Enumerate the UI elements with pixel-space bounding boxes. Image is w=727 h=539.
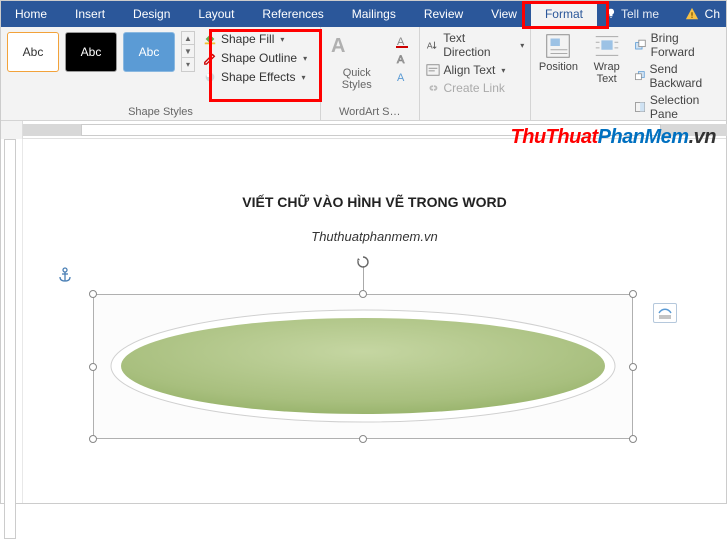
bring-forward-button[interactable]: Bring Forward [634,31,720,59]
document-subtitle[interactable]: Thuthuatphanmem.vn [23,229,726,244]
tab-references[interactable]: References [248,1,337,27]
resize-handle-ml[interactable] [89,363,97,371]
warning-icon [685,7,699,21]
lightbulb-icon [605,8,617,20]
wordart-a-icon: A [329,33,355,57]
resize-handle-mr[interactable] [629,363,637,371]
document-title[interactable]: VIẾT CHỮ VÀO HÌNH VẼ TRONG WORD [23,194,726,210]
text-direction-button[interactable]: A Text Direction▾ [426,31,525,59]
shape-style-gallery[interactable]: Abc Abc Abc ▲ ▼ ▾ [7,31,195,72]
resize-handle-bl[interactable] [89,435,97,443]
document-page[interactable]: VIẾT CHỮ VÀO HÌNH VẼ TRONG WORD Thuthuat… [23,139,726,503]
ribbon: Abc Abc Abc ▲ ▼ ▾ Shape Fill▾ Shape Outl… [1,27,726,121]
group-wordart: A Quick Styles A A A WordArt S… [321,27,420,120]
bucket-icon [203,32,217,46]
text-direction-icon: A [426,38,440,52]
svg-text:A: A [397,72,405,84]
align-text-button[interactable]: Align Text▾ [426,63,525,77]
text-outline-icon: A [395,52,411,66]
vertical-ruler[interactable] [1,139,23,503]
link-icon [426,81,440,95]
resize-handle-tr[interactable] [629,290,637,298]
tell-me-label: Tell me [621,7,659,21]
svg-text:A: A [397,54,405,66]
create-link-button: Create Link [426,81,525,95]
position-icon [543,31,573,61]
shape-options: Shape Fill▾ Shape Outline▾ Shape Effects… [201,31,309,85]
shape-style-thumb-2[interactable]: Abc [65,32,117,72]
tab-format[interactable]: Format [531,1,597,27]
gallery-scroll-down[interactable]: ▼ [182,45,194,58]
wordart-mini: A A A [393,31,413,85]
title-right: Ch [685,1,720,27]
text-outline-button[interactable]: A [393,51,413,67]
svg-text:A: A [331,35,345,57]
gallery-scroll-up[interactable]: ▲ [182,32,194,45]
group-label-shape-styles: Shape Styles [7,104,314,118]
tab-design[interactable]: Design [119,1,184,27]
tab-home[interactable]: Home [1,1,61,27]
gallery-scroll: ▲ ▼ ▾ [181,31,195,72]
ellipse-shape[interactable] [107,306,619,426]
text-fill-button[interactable]: A [393,33,413,49]
shape-style-thumb-1[interactable]: Abc [7,32,59,72]
resize-handle-br[interactable] [629,435,637,443]
ruler-corner [1,121,23,139]
wrap-text-icon [592,31,622,61]
watermark: ThuThuatPhanMem.vn [511,126,716,149]
text-fill-icon: A [395,34,411,48]
effects-icon [203,70,217,84]
resize-handle-tl[interactable] [89,290,97,298]
shape-style-thumb-3[interactable]: Abc [123,32,175,72]
tab-insert[interactable]: Insert [61,1,119,27]
wrap-text-button[interactable]: Wrap Text [586,31,628,85]
selection-pane-icon [634,100,646,114]
position-button[interactable]: Position [537,31,579,73]
send-backward-button[interactable]: Send Backward [634,62,720,90]
align-text-icon [426,63,440,77]
group-arrange: Position Wrap Text Bring Forward Send Ba… [531,27,726,120]
tab-view[interactable]: View [477,1,531,27]
pen-icon [203,51,217,65]
tab-layout[interactable]: Layout [184,1,248,27]
svg-text:A: A [426,40,432,50]
anchor-icon[interactable] [58,267,72,288]
gallery-more[interactable]: ▾ [182,58,194,71]
text-effects-icon: A [395,70,411,84]
shape-effects-button[interactable]: Shape Effects▾ [201,69,309,85]
group-shape-styles: Abc Abc Abc ▲ ▼ ▾ Shape Fill▾ Shape Outl… [1,27,321,120]
bring-forward-icon [634,38,647,52]
group-label-wordart: WordArt S… [327,104,413,118]
rotate-handle[interactable] [355,254,371,275]
resize-handle-bm[interactable] [359,435,367,443]
layout-options-button[interactable] [653,303,677,323]
group-text: A Text Direction▾ Align Text▾ Create Lin… [420,27,532,120]
quick-styles-button[interactable]: A [327,31,357,59]
tab-review[interactable]: Review [410,1,477,27]
resize-handle-tm[interactable] [359,290,367,298]
tab-mailings[interactable]: Mailings [338,1,410,27]
text-effects-button[interactable]: A [393,69,413,85]
shape-selection[interactable] [93,294,633,439]
selection-pane-button[interactable]: Selection Pane [634,93,720,121]
quick-styles-label: Quick Styles [327,67,387,91]
shape-fill-button[interactable]: Shape Fill▾ [201,31,309,47]
tell-me-search[interactable]: Tell me [597,1,667,27]
ribbon-tabbar: Home Insert Design Layout References Mai… [1,1,726,27]
send-backward-icon [634,69,646,83]
shape-outline-button[interactable]: Shape Outline▾ [201,50,309,66]
layout-options-icon [657,306,673,320]
